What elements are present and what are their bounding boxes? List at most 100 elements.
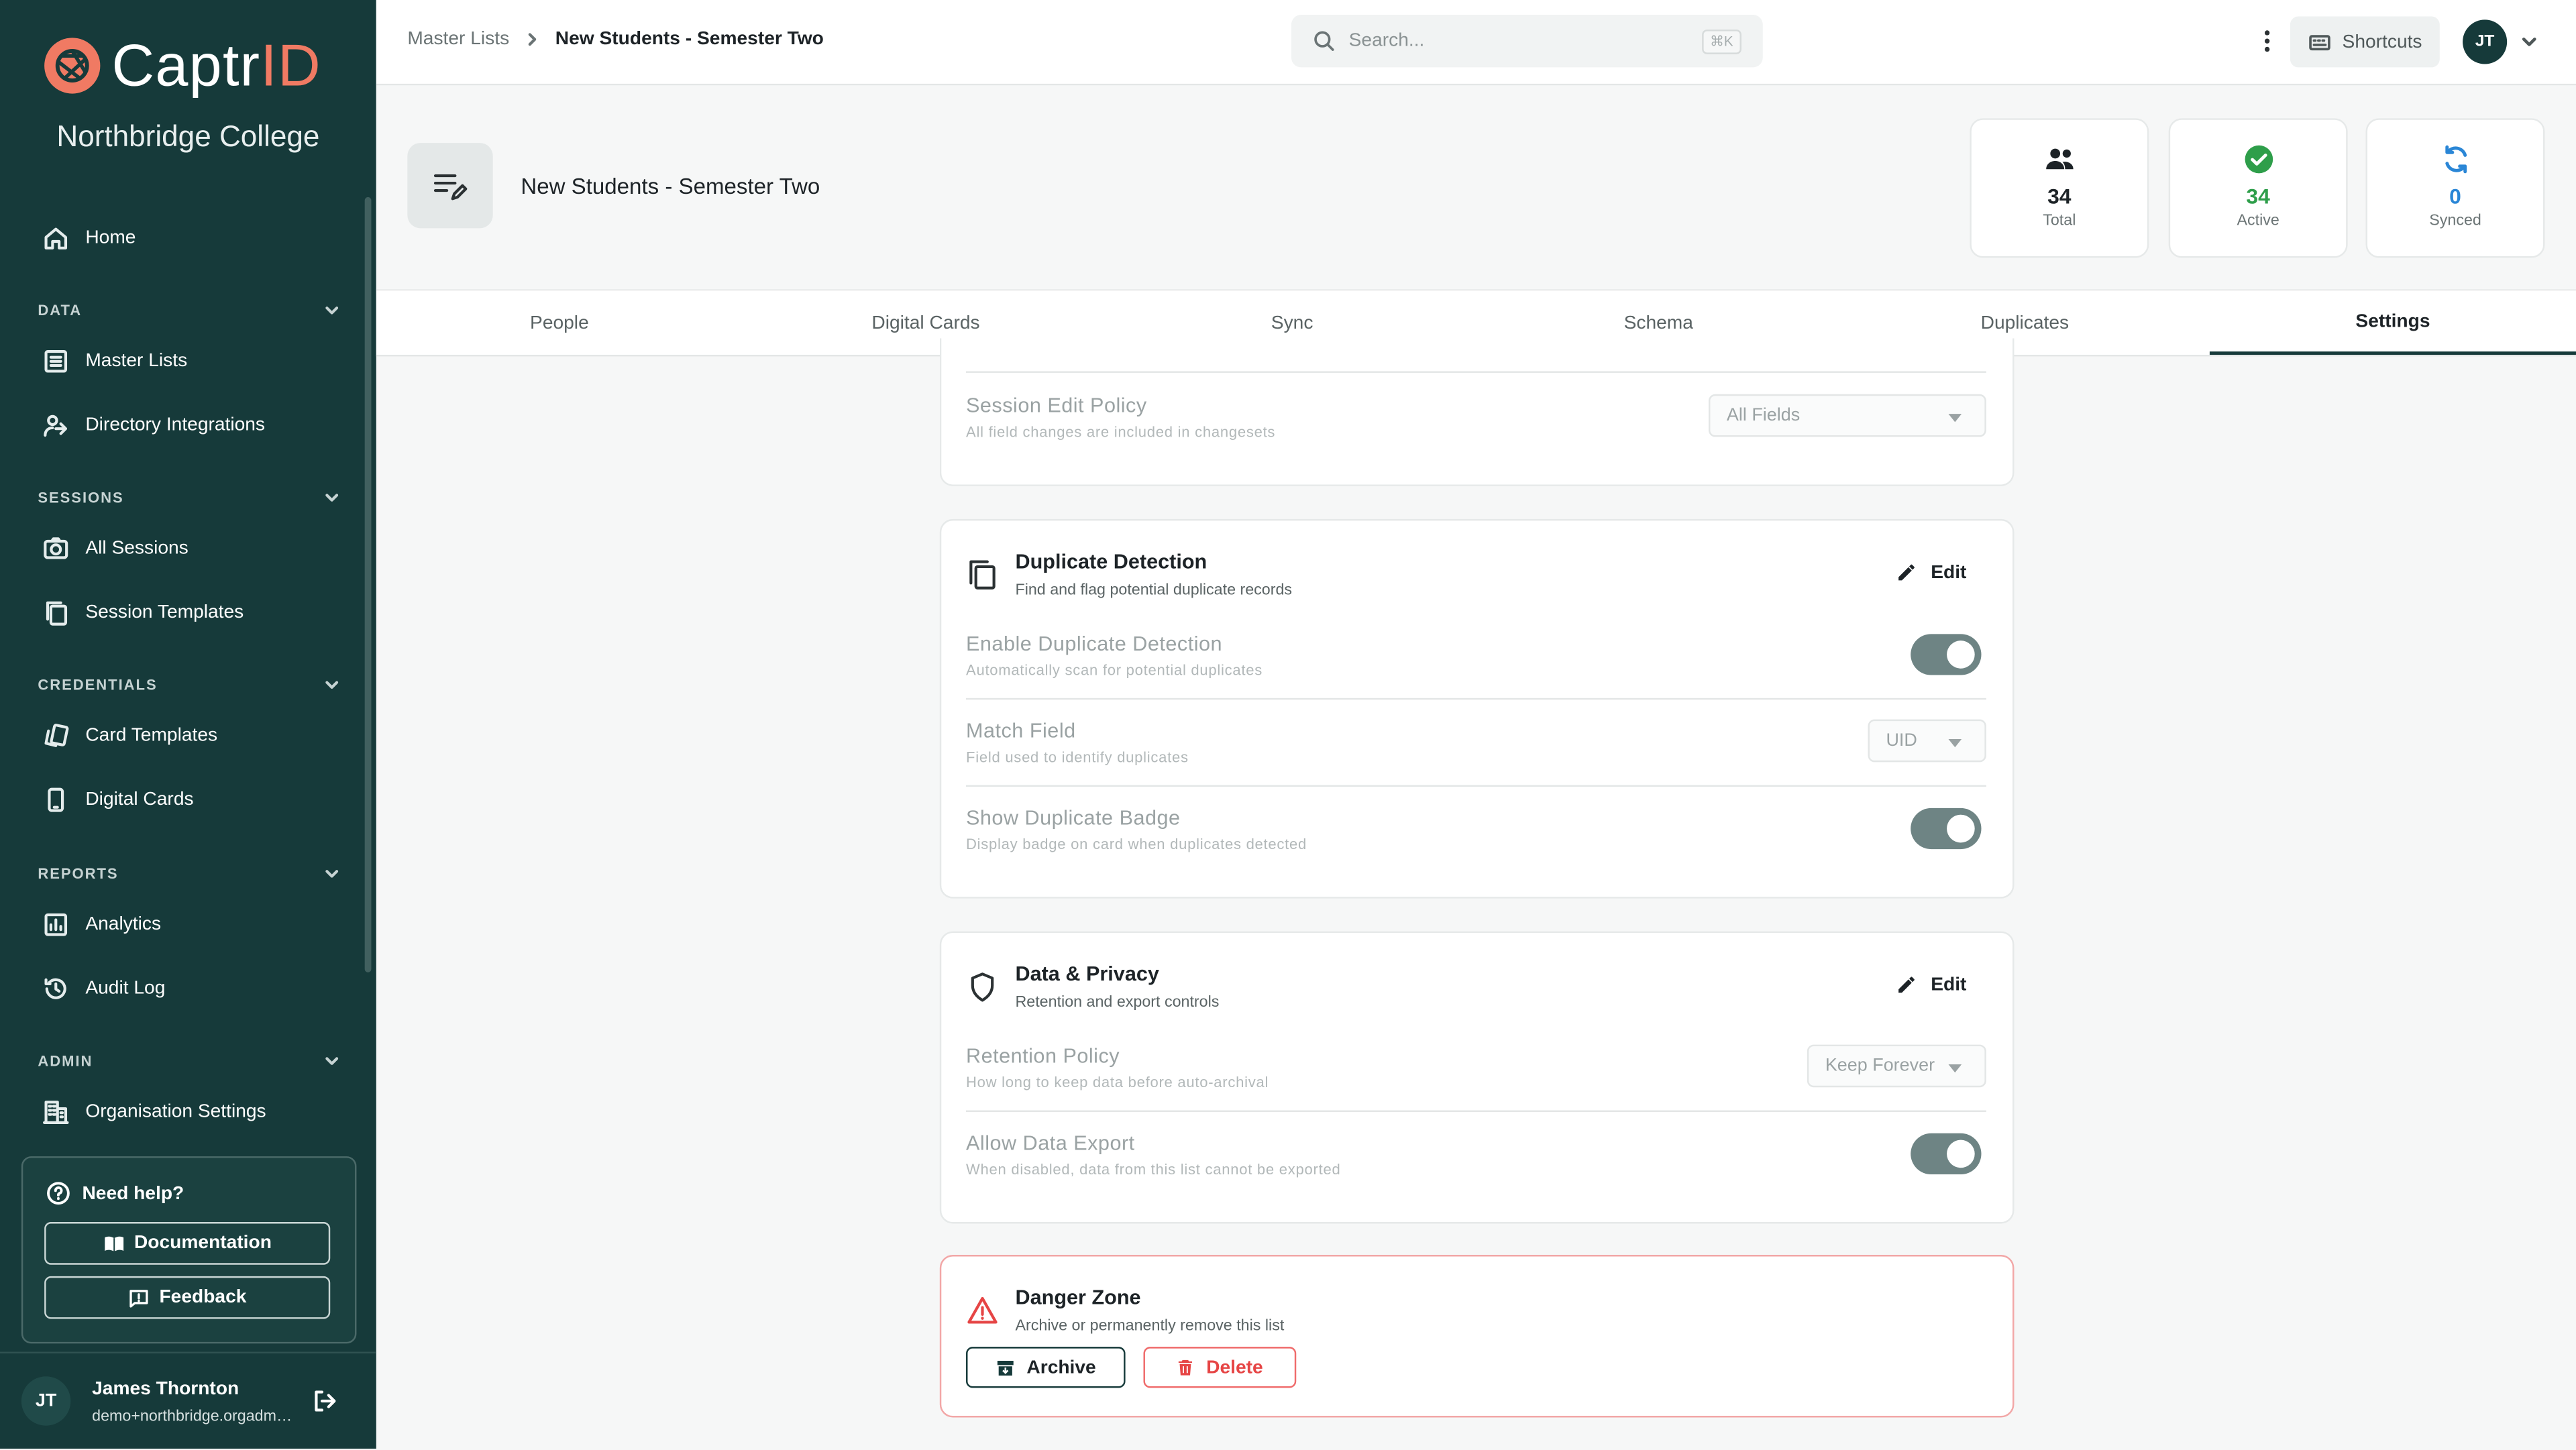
more-vertical-icon[interactable]	[2254, 28, 2280, 54]
allow-data-export-toggle[interactable]	[1911, 1133, 1982, 1175]
feedback-button[interactable]: Feedback	[44, 1276, 331, 1319]
trash-icon	[1179, 1359, 1193, 1376]
setting-description: Automatically scan for potential duplica…	[966, 661, 1263, 679]
sidebar-item-master-lists[interactable]: Master Lists	[43, 348, 187, 374]
edit-button[interactable]: Edit	[1896, 562, 1966, 583]
help-circle-icon	[47, 1182, 70, 1205]
search-shortcut-hint: ⌘K	[1701, 30, 1741, 54]
stat-total: 34 Total	[1970, 118, 2149, 258]
user-name: James Thornton	[92, 1380, 239, 1400]
sidebar-item-label: Organisation Settings	[85, 1102, 266, 1122]
sidebar-item-all-sessions[interactable]: All Sessions	[43, 535, 189, 561]
warning-icon	[967, 1296, 998, 1324]
account-avatar[interactable]: JT	[2463, 19, 2508, 64]
keyboard-icon	[2308, 34, 2330, 50]
shortcuts-button[interactable]: Shortcuts	[2290, 16, 2440, 68]
session-edit-policy-select[interactable]: All Fields	[1708, 394, 1986, 437]
user-email: demo+northbridge.orgadmin@captrid.com	[92, 1407, 292, 1426]
sidebar-item-directory-integrations[interactable]: Directory Integrations	[43, 412, 265, 439]
sidebar-scrollbar[interactable]	[364, 197, 372, 972]
feedback-label: Feedback	[159, 1288, 247, 1308]
user-profile[interactable]: JT James Thornton demo+northbridge.orgad…	[0, 1351, 376, 1450]
delete-button[interactable]: Delete	[1143, 1347, 1297, 1388]
select-value: Keep Forever	[1825, 1056, 1935, 1076]
stat-value: 0	[2449, 184, 2461, 209]
sidebar-item-session-templates[interactable]: Session Templates	[43, 600, 244, 626]
feedback-icon	[129, 1289, 148, 1307]
card-subtitle: Retention and export controls	[1015, 993, 1220, 1012]
analytics-icon	[44, 913, 68, 936]
shield-icon	[971, 972, 994, 1002]
camera-icon	[44, 537, 68, 559]
chevron-down-icon[interactable]	[2520, 33, 2538, 51]
match-field-row: Match Field Field used to identify dupli…	[966, 698, 1986, 787]
caret-down-icon	[1948, 1064, 1962, 1073]
sidebar-item-label: Home	[85, 228, 136, 248]
edit-button[interactable]: Edit	[1896, 974, 1966, 995]
setting-description: Display badge on card when duplicates de…	[966, 836, 1307, 853]
tab-people[interactable]: People	[376, 290, 743, 355]
sidebar-item-card-templates[interactable]: Card Templates	[43, 723, 217, 749]
sidebar-item-label: Analytics	[85, 915, 162, 935]
sidebar-item-home[interactable]: Home	[43, 225, 136, 252]
documentation-button[interactable]: Documentation	[44, 1222, 331, 1265]
stat-label: Total	[2043, 211, 2076, 230]
setting-description: All field changes are included in change…	[966, 423, 1276, 441]
retention-policy-select[interactable]: Keep Forever	[1807, 1044, 1986, 1088]
match-field-select[interactable]: UID	[1868, 719, 1986, 763]
archive-button[interactable]: Archive	[966, 1347, 1126, 1388]
logout-icon[interactable]	[312, 1388, 338, 1414]
stat-active: 34 Active	[2168, 118, 2348, 258]
documentation-label: Documentation	[133, 1233, 272, 1253]
allow-data-export-row: Allow Data Export When disabled, data fr…	[966, 1110, 1986, 1199]
cards-stack-icon	[44, 724, 69, 747]
section-reports[interactable]: REPORTS	[38, 866, 340, 882]
tab-settings[interactable]: Settings	[2209, 290, 2576, 355]
breadcrumb-master-lists[interactable]: Master Lists	[407, 30, 509, 49]
show-duplicate-badge-toggle[interactable]	[1911, 807, 1982, 850]
sidebar-item-label: Audit Log	[85, 979, 166, 999]
section-sessions[interactable]: SESSIONS	[38, 490, 340, 506]
sidebar-item-organisation-settings[interactable]: Organisation Settings	[43, 1099, 266, 1125]
directory-sync-icon	[44, 414, 68, 437]
card-subtitle: Archive or permanently remove this list	[1015, 1317, 1285, 1336]
sidebar-item-audit-log[interactable]: Audit Log	[43, 976, 166, 1002]
archive-icon	[997, 1359, 1014, 1375]
card-title: Duplicate Detection	[1015, 550, 1208, 573]
chevron-down-icon	[325, 306, 339, 315]
enable-duplicate-detection-toggle[interactable]	[1911, 634, 1982, 675]
topbar: Master Lists New Students - Semester Two…	[376, 0, 2576, 86]
copy-template-icon	[46, 601, 68, 626]
page-title: New Students - Semester Two	[521, 174, 820, 199]
breadcrumb: Master Lists New Students - Semester Two	[407, 30, 824, 49]
data-privacy-card: Data & Privacy Retention and export cont…	[939, 931, 2015, 1224]
copy-icon	[969, 560, 996, 590]
sidebar-item-analytics[interactable]: Analytics	[43, 911, 161, 938]
section-credentials[interactable]: CREDENTIALS	[38, 677, 340, 693]
list-edit-icon	[433, 174, 468, 201]
stat-value: 34	[2047, 184, 2072, 209]
section-label: ADMIN	[38, 1052, 93, 1070]
section-admin[interactable]: ADMIN	[38, 1053, 340, 1069]
setting-label: Show Duplicate Badge	[966, 806, 1181, 830]
setting-label: Allow Data Export	[966, 1131, 1135, 1155]
danger-zone-card: Danger Zone Archive or permanently remov…	[939, 1255, 2015, 1418]
section-label: SESSIONS	[38, 489, 124, 506]
setting-description: Field used to identify duplicates	[966, 748, 1189, 766]
stat-value: 34	[2246, 184, 2270, 209]
building-icon	[43, 1101, 69, 1124]
search-placeholder: Search...	[1348, 31, 1425, 51]
setting-label: Retention Policy	[966, 1044, 1120, 1068]
setting-description: When disabled, data from this list canno…	[966, 1161, 1341, 1178]
sidebar-item-label: All Sessions	[85, 539, 189, 559]
sidebar-item-digital-cards[interactable]: Digital Cards	[43, 787, 194, 813]
retention-policy-row: Retention Policy How long to keep data b…	[966, 1044, 1986, 1111]
brand-logo[interactable]: CaptrID	[43, 32, 321, 99]
phone-card-icon	[48, 787, 64, 812]
sync-icon	[2445, 145, 2466, 174]
section-data[interactable]: DATA	[38, 302, 340, 319]
duplicate-detection-card: Duplicate Detection Find and flag potent…	[939, 518, 2015, 899]
search-input[interactable]: Search... ⌘K	[1291, 15, 1763, 68]
sidebar-item-label: Session Templates	[85, 602, 244, 623]
help-title-text: Need help?	[82, 1183, 184, 1203]
